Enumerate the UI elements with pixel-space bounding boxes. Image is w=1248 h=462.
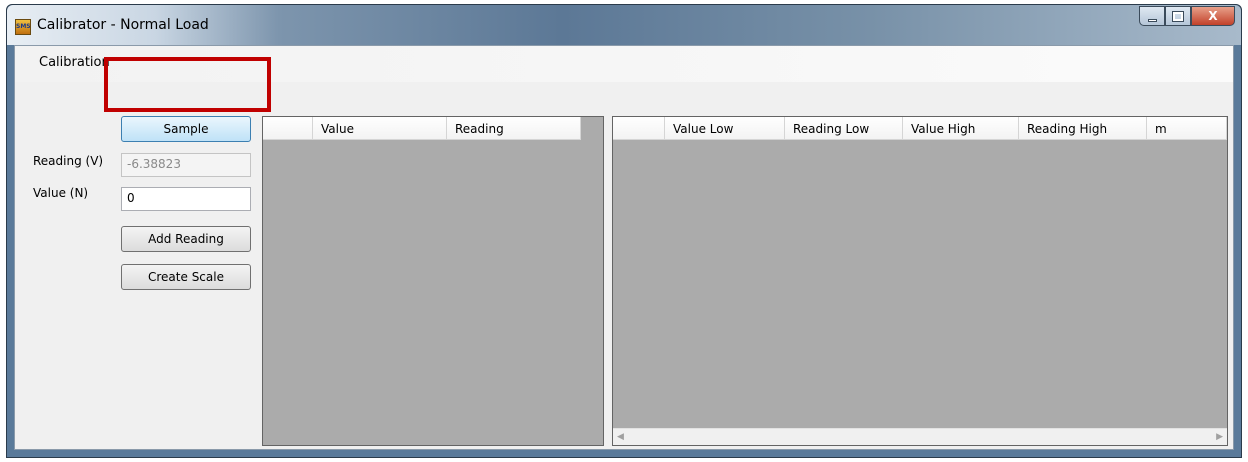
value-label: Value (N) <box>33 186 89 200</box>
close-button[interactable]: X <box>1191 6 1235 26</box>
maximize-button[interactable] <box>1165 6 1191 26</box>
column-header-value[interactable]: Value <box>313 117 447 140</box>
scroll-left-icon[interactable]: ◀ <box>617 432 624 442</box>
sample-highlight-box <box>104 57 271 112</box>
close-icon: X <box>1208 9 1218 23</box>
column-header-reading-low[interactable]: Reading Low <box>785 117 903 140</box>
readings-row-header[interactable] <box>263 117 313 140</box>
scale-grid-header: Value Low Reading Low Value High Reading… <box>613 117 1227 140</box>
menu-calibration[interactable]: Calibration <box>39 55 110 70</box>
readings-grid[interactable]: Value Reading <box>262 116 604 446</box>
scale-grid[interactable]: Value Low Reading Low Value High Reading… <box>612 116 1228 446</box>
reading-label: Reading (V) <box>33 154 104 168</box>
minimize-button[interactable] <box>1139 6 1165 26</box>
column-header-reading-high[interactable]: Reading High <box>1019 117 1147 140</box>
column-header-value-high[interactable]: Value High <box>903 117 1019 140</box>
reading-field: -6.38823 <box>121 153 251 177</box>
value-input[interactable]: 0 <box>121 187 251 211</box>
sample-button[interactable]: Sample <box>121 116 251 142</box>
readings-grid-header: Value Reading <box>263 117 581 140</box>
add-reading-button[interactable]: Add Reading <box>121 226 251 252</box>
maximize-icon <box>1172 10 1184 22</box>
app-icon: SMS <box>15 19 31 35</box>
scroll-right-icon[interactable]: ▶ <box>1216 432 1223 442</box>
minimize-icon <box>1147 18 1157 22</box>
scale-row-header[interactable] <box>613 117 665 140</box>
column-header-reading[interactable]: Reading <box>447 117 581 140</box>
create-scale-button[interactable]: Create Scale <box>121 264 251 290</box>
title-bar[interactable]: SMS Calibrator - Normal Load X <box>7 5 1241 45</box>
window-title: Calibrator - Normal Load <box>37 17 209 33</box>
window-controls: X <box>1139 6 1235 26</box>
column-header-m[interactable]: m <box>1147 117 1227 140</box>
column-header-value-low[interactable]: Value Low <box>665 117 785 140</box>
horizontal-scrollbar[interactable]: ◀ ▶ <box>613 428 1227 445</box>
